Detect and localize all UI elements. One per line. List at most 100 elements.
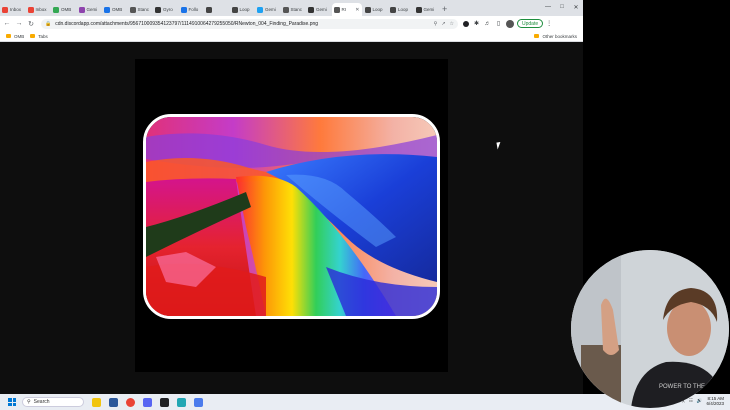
favicon-icon bbox=[2, 6, 8, 13]
bookmark-folder-tabs[interactable]: Tabs bbox=[30, 34, 48, 39]
update-button[interactable]: Update bbox=[517, 19, 544, 28]
tab-label: Follo bbox=[188, 7, 199, 12]
tab[interactable]: Gemi bbox=[77, 3, 102, 16]
extension-icon[interactable] bbox=[463, 20, 469, 27]
menu-icon[interactable]: ⋮ bbox=[546, 20, 552, 27]
mouse-cursor-icon bbox=[496, 141, 505, 150]
new-tab-button[interactable]: + bbox=[442, 3, 447, 16]
browser-window: Inbox Inbox OMB Gemi OMB Stanc Gyro Follo Loop Ge… bbox=[0, 0, 583, 394]
favicon-icon bbox=[282, 6, 289, 13]
volume-icon[interactable]: 🔊 bbox=[697, 398, 703, 404]
tab-label: OMB bbox=[112, 7, 123, 12]
favicon-icon bbox=[180, 6, 187, 13]
tab-label: RI bbox=[341, 7, 347, 12]
search-icon: ⚲ bbox=[27, 399, 31, 405]
tab-label: Inbox bbox=[35, 7, 47, 12]
image-viewer bbox=[0, 42, 583, 394]
tab-label: Gemi bbox=[423, 7, 435, 12]
reload-icon[interactable]: ↻ bbox=[26, 19, 36, 29]
bookmark-label: OMB bbox=[14, 33, 25, 39]
clock[interactable]: 8:15 AM 6/4/2023 bbox=[706, 396, 724, 406]
bookmark-folder-omb[interactable]: OMB bbox=[6, 34, 24, 39]
share-icon[interactable]: ↗ bbox=[441, 21, 445, 27]
tab[interactable]: Gemi bbox=[255, 3, 280, 16]
puzzle-icon[interactable]: ✱ bbox=[473, 20, 480, 27]
favicon-icon bbox=[364, 6, 371, 13]
favicon-icon bbox=[78, 6, 85, 13]
tab[interactable]: Gemi bbox=[306, 3, 331, 16]
forward-icon[interactable]: → bbox=[14, 19, 24, 29]
close-window-icon[interactable]: ✕ bbox=[569, 0, 583, 14]
lock-icon[interactable]: 🔒 bbox=[45, 21, 51, 27]
window-controls: — □ ✕ bbox=[541, 0, 583, 14]
profile-avatar[interactable] bbox=[506, 19, 514, 28]
tab[interactable]: Stanc bbox=[128, 3, 153, 16]
webcam-overlay: POWER TO THE bbox=[571, 250, 729, 408]
favicon-icon bbox=[308, 6, 314, 13]
taskbar-app-icon[interactable] bbox=[177, 397, 186, 407]
url-text[interactable]: cdn.discordapp.com/attachments/956710009… bbox=[55, 21, 318, 27]
favicon-icon bbox=[104, 6, 110, 13]
folder-icon bbox=[534, 34, 540, 38]
wifi-icon[interactable]: ☷ bbox=[689, 398, 693, 404]
tab-strip: Inbox Inbox OMB Gemi OMB Stanc Gyro Follo Loop Ge… bbox=[0, 0, 583, 16]
folder-icon bbox=[6, 34, 11, 38]
address-bar[interactable]: 🔒 cdn.discordapp.com/attachments/9567100… bbox=[41, 18, 458, 29]
taskbar-app-icon[interactable] bbox=[160, 397, 169, 407]
tab[interactable]: Follo bbox=[179, 3, 204, 16]
tab[interactable]: Gemi bbox=[414, 3, 439, 16]
image-canvas[interactable] bbox=[135, 59, 448, 372]
taskbar-app-icon[interactable] bbox=[194, 397, 203, 407]
favicon-icon bbox=[415, 6, 422, 13]
taskbar-app-icon[interactable] bbox=[109, 397, 118, 407]
tab-label: Stanc bbox=[137, 7, 150, 12]
tab-label: OMB bbox=[61, 7, 72, 12]
zoom-icon[interactable]: ⚲ bbox=[434, 21, 438, 27]
other-bookmarks[interactable]: Other bookmarks bbox=[534, 34, 577, 39]
taskbar-search[interactable]: ⚲ Search bbox=[22, 397, 84, 407]
tab-label: Gemi bbox=[316, 7, 327, 12]
bookmark-star-icon[interactable]: ☆ bbox=[450, 21, 454, 27]
tab[interactable]: Gyro bbox=[153, 3, 178, 16]
minimize-icon[interactable]: — bbox=[541, 0, 555, 14]
tab[interactable]: Loop bbox=[363, 3, 388, 16]
favicon-icon bbox=[333, 6, 340, 13]
bookmark-label: Tabs bbox=[38, 33, 48, 39]
back-icon[interactable]: ← bbox=[2, 19, 12, 29]
windows-start-icon[interactable] bbox=[8, 398, 16, 406]
folder-icon bbox=[30, 34, 36, 38]
tab-label: Gemi bbox=[265, 7, 276, 12]
tab-label: Gyro bbox=[163, 7, 173, 12]
tab-active[interactable]: RI ✕ bbox=[331, 3, 362, 16]
artwork-image[interactable] bbox=[143, 114, 440, 319]
tab-label: Gemi bbox=[86, 7, 98, 12]
other-bookmarks-label: Other bookmarks bbox=[542, 33, 577, 39]
maximize-icon[interactable]: □ bbox=[555, 0, 569, 14]
tab-label: Loop bbox=[398, 7, 409, 12]
taskbar-app-icon[interactable] bbox=[143, 397, 152, 407]
tab[interactable]: Inbox bbox=[26, 3, 51, 16]
tab[interactable] bbox=[204, 3, 229, 16]
taskbar-app-icon[interactable] bbox=[92, 397, 101, 407]
tab[interactable]: OMB bbox=[51, 3, 76, 16]
taskbar-app-icon[interactable] bbox=[126, 397, 135, 407]
tab[interactable]: Inbox bbox=[0, 3, 25, 16]
favicon-icon bbox=[206, 6, 212, 13]
browser-toolbar: ← → ↻ 🔒 cdn.discordapp.com/attachments/9… bbox=[0, 16, 583, 31]
tab[interactable]: OMB bbox=[102, 3, 127, 16]
clock-date: 6/4/2023 bbox=[706, 401, 724, 406]
sidepanel-icon[interactable]: ▯ bbox=[495, 20, 502, 27]
tab[interactable]: Loop bbox=[230, 3, 255, 16]
favicon-icon bbox=[231, 6, 238, 13]
favicon-icon bbox=[257, 6, 263, 13]
close-tab-icon[interactable]: ✕ bbox=[355, 7, 359, 13]
tab[interactable]: Stanc bbox=[281, 3, 306, 16]
favicon-icon bbox=[53, 6, 59, 13]
search-placeholder: Search bbox=[33, 399, 50, 405]
favicon-icon bbox=[390, 6, 396, 13]
tab[interactable]: Loop bbox=[388, 3, 413, 16]
media-icon[interactable]: ♬ bbox=[484, 20, 491, 27]
svg-text:POWER TO THE: POWER TO THE bbox=[659, 384, 705, 390]
tab-label: Loop bbox=[372, 7, 383, 12]
tab-label: Loop bbox=[239, 7, 250, 12]
